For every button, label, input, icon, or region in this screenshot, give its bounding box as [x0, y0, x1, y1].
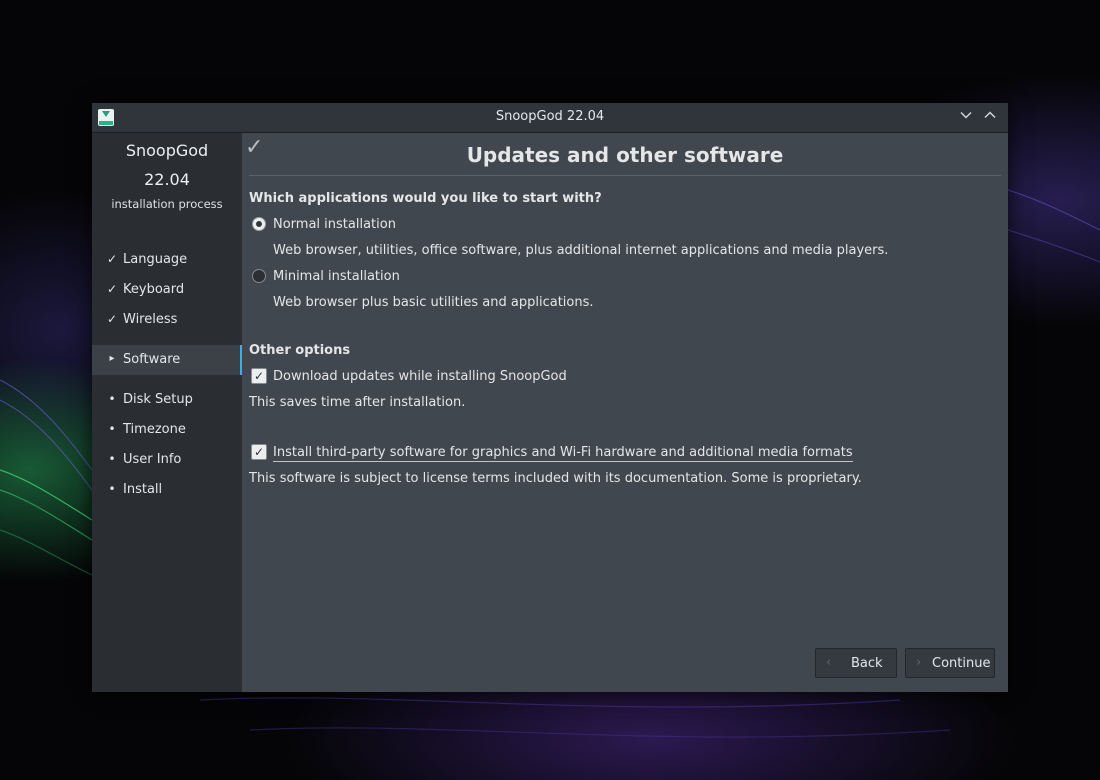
applications-question: Which applications would you like to sta… — [249, 191, 602, 206]
continue-button[interactable]: › Continue — [905, 648, 995, 678]
step-wireless: ✓ Wireless — [92, 305, 242, 335]
normal-installation-radio[interactable] — [252, 217, 266, 231]
title-bar[interactable]: SnoopGod 22.04 — [92, 103, 1008, 133]
minimize-button[interactable] — [957, 108, 975, 126]
step-label: Keyboard — [123, 282, 185, 297]
download-updates-label[interactable]: Download updates while installing SnoopG… — [273, 369, 567, 384]
installer-window: SnoopGod 22.04 SnoopGod 22.04 installati… — [92, 103, 1008, 692]
chevron-up-icon — [984, 111, 996, 118]
product-name: SnoopGod — [125, 141, 209, 160]
continue-button-label: Continue — [932, 656, 991, 671]
download-updates-note: This saves time after installation. — [249, 395, 466, 410]
product-version: 22.04 — [144, 170, 190, 189]
bullet-icon: • — [108, 392, 116, 406]
step-label: Disk Setup — [123, 392, 193, 407]
third-party-software-checkbox[interactable]: ✓ — [251, 444, 267, 460]
step-keyboard: ✓ Keyboard — [92, 275, 242, 305]
software-page: ✓ Updates and other software Which appli… — [242, 133, 1008, 692]
step-label: Language — [123, 252, 188, 267]
chevron-right-icon: › — [916, 655, 922, 670]
step-disk-setup: • Disk Setup — [92, 385, 242, 415]
progress-sidebar: SnoopGod 22.04 installation process ✓ La… — [92, 133, 242, 692]
minimal-installation-description: Web browser plus basic utilities and app… — [273, 295, 594, 310]
current-step-arrow-icon: ▸ — [109, 353, 115, 364]
download-updates-checkbox[interactable]: ✓ — [251, 368, 267, 384]
check-icon: ✓ — [106, 312, 118, 326]
check-icon: ✓ — [106, 252, 118, 266]
step-language: ✓ Language — [92, 245, 242, 275]
page-title: Updates and other software — [466, 143, 784, 167]
minimal-installation-label[interactable]: Minimal installation — [273, 269, 400, 284]
back-button-label: Back — [851, 656, 883, 671]
step-label: Timezone — [123, 422, 186, 437]
chevron-left-icon: ‹ — [826, 655, 832, 670]
window-title: SnoopGod 22.04 — [495, 109, 605, 124]
step-install: • Install — [92, 475, 242, 505]
step-label: Install — [123, 482, 163, 497]
third-party-software-label[interactable]: Install third-party software for graphic… — [273, 445, 853, 462]
sidebar-subtitle: installation process — [111, 197, 223, 211]
other-options-heading: Other options — [249, 343, 351, 358]
check-icon: ✓ — [106, 282, 118, 296]
minimal-installation-radio[interactable] — [252, 269, 266, 283]
step-label: Software — [123, 352, 181, 367]
bullet-icon: • — [108, 422, 116, 436]
chevron-down-icon — [960, 112, 972, 119]
step-timezone: • Timezone — [92, 415, 242, 445]
normal-installation-description: Web browser, utilities, office software,… — [273, 243, 889, 258]
title-divider — [249, 175, 1001, 176]
step-label: Wireless — [123, 312, 178, 327]
third-party-software-note: This software is subject to license term… — [249, 471, 862, 486]
step-software: ▸ Software — [92, 345, 242, 375]
bullet-icon: • — [108, 452, 116, 466]
maximize-button[interactable] — [981, 108, 999, 126]
bullet-icon: • — [108, 482, 116, 496]
back-button[interactable]: ‹ Back — [815, 648, 897, 678]
normal-installation-label[interactable]: Normal installation — [273, 217, 396, 232]
step-label: User Info — [123, 452, 182, 467]
step-user-info: • User Info — [92, 445, 242, 475]
